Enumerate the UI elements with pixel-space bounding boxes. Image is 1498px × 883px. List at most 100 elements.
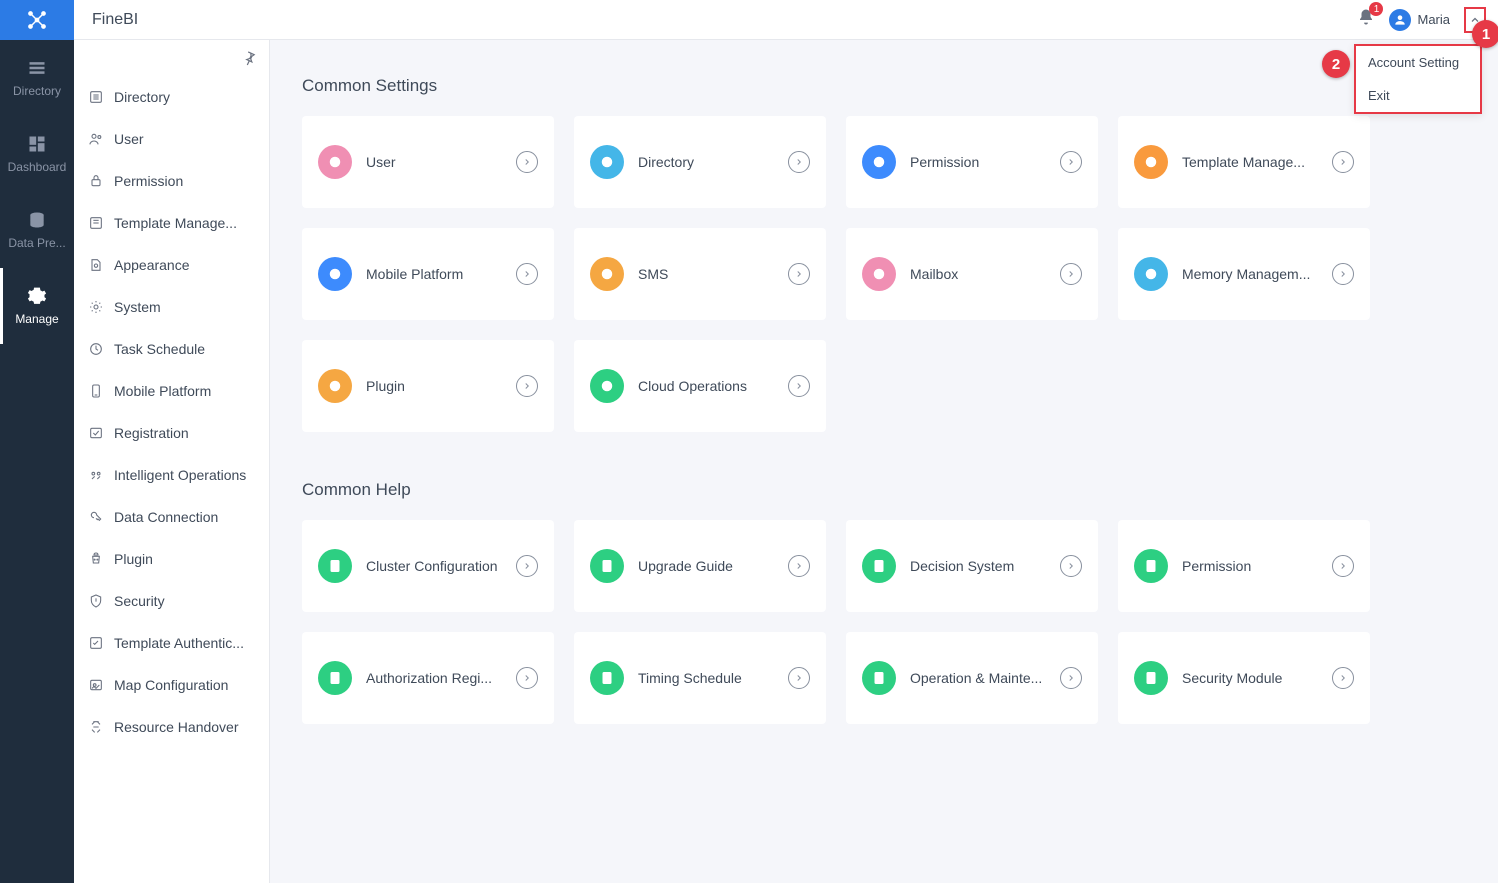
arrow-icon bbox=[1332, 151, 1354, 173]
card[interactable]: Permission bbox=[1118, 520, 1370, 612]
sidebar-item[interactable]: Template Authentic... bbox=[74, 622, 269, 664]
sidebar-item-label: Intelligent Operations bbox=[114, 467, 246, 483]
annotation-1: 1 bbox=[1472, 20, 1498, 48]
sidebar-item-label: Template Authentic... bbox=[114, 635, 244, 651]
notifications-button[interactable]: 1 bbox=[1357, 8, 1375, 31]
card-icon bbox=[590, 257, 624, 291]
card[interactable]: Security Module bbox=[1118, 632, 1370, 724]
sidebar-item[interactable]: Intelligent Operations bbox=[74, 454, 269, 496]
card[interactable]: Mobile Platform bbox=[302, 228, 554, 320]
sidebar-item[interactable]: Template Manage... bbox=[74, 202, 269, 244]
card[interactable]: Cluster Configuration bbox=[302, 520, 554, 612]
main-content: Common Settings User Directory Permissio… bbox=[270, 40, 1498, 883]
sidebar-item-label: Task Schedule bbox=[114, 341, 205, 357]
sidebar-icon bbox=[88, 89, 104, 105]
card-label: Security Module bbox=[1182, 670, 1332, 686]
card-icon bbox=[318, 369, 352, 403]
nav-data-pre[interactable]: Data Pre... bbox=[0, 192, 74, 268]
sidebar-item[interactable]: User bbox=[74, 118, 269, 160]
sidebar-icon bbox=[88, 677, 104, 693]
card-label: Template Manage... bbox=[1182, 154, 1332, 170]
sidebar-item[interactable]: Security bbox=[74, 580, 269, 622]
sidebar-item[interactable]: Task Schedule bbox=[74, 328, 269, 370]
card[interactable]: Memory Managem... bbox=[1118, 228, 1370, 320]
dropdown-account-setting[interactable]: Account Setting bbox=[1356, 46, 1480, 79]
notification-badge: 1 bbox=[1369, 2, 1383, 16]
section-title-help: Common Help bbox=[302, 480, 1466, 500]
arrow-icon bbox=[1060, 667, 1082, 689]
card[interactable]: Upgrade Guide bbox=[574, 520, 826, 612]
card[interactable]: Directory bbox=[574, 116, 826, 208]
card[interactable]: Timing Schedule bbox=[574, 632, 826, 724]
sidebar-icon bbox=[88, 509, 104, 525]
sidebar-item[interactable]: Resource Handover bbox=[74, 706, 269, 748]
sidebar-icon bbox=[88, 383, 104, 399]
sidebar-item[interactable]: Mobile Platform bbox=[74, 370, 269, 412]
sidebar-item[interactable]: Registration bbox=[74, 412, 269, 454]
sidebar-item-label: Template Manage... bbox=[114, 215, 237, 231]
card[interactable]: Permission bbox=[846, 116, 1098, 208]
card-icon bbox=[318, 661, 352, 695]
pin-icon[interactable] bbox=[241, 50, 257, 66]
sidebar-icon bbox=[88, 467, 104, 483]
user-chip[interactable]: Maria bbox=[1389, 9, 1450, 31]
card[interactable]: Plugin bbox=[302, 340, 554, 432]
card-label: Operation & Mainte... bbox=[910, 670, 1060, 686]
sidebar-item[interactable]: Permission bbox=[74, 160, 269, 202]
card[interactable]: Cloud Operations bbox=[574, 340, 826, 432]
card-icon bbox=[590, 549, 624, 583]
card[interactable]: Template Manage... bbox=[1118, 116, 1370, 208]
arrow-icon bbox=[1332, 555, 1354, 577]
card-icon bbox=[862, 257, 896, 291]
arrow-icon bbox=[1332, 263, 1354, 285]
sidebar-item[interactable]: Map Configuration bbox=[74, 664, 269, 706]
sidebar-item[interactable]: System bbox=[74, 286, 269, 328]
card[interactable]: Authorization Regi... bbox=[302, 632, 554, 724]
sidebar-item-label: User bbox=[114, 131, 144, 147]
arrow-icon bbox=[1060, 555, 1082, 577]
nav-dashboard[interactable]: Dashboard bbox=[0, 116, 74, 192]
card[interactable]: Decision System bbox=[846, 520, 1098, 612]
card-icon bbox=[590, 661, 624, 695]
card-icon bbox=[590, 145, 624, 179]
sidebar-item-label: Plugin bbox=[114, 551, 153, 567]
sidebar-item[interactable]: Directory bbox=[74, 76, 269, 118]
sidebar-item[interactable]: Plugin bbox=[74, 538, 269, 580]
top-header: FineBI 1 Maria bbox=[0, 0, 1498, 40]
sidebar: Directory User Permission Template Manage..… bbox=[74, 40, 270, 883]
sidebar-item-label: Security bbox=[114, 593, 165, 609]
arrow-icon bbox=[788, 667, 810, 689]
dropdown-exit[interactable]: Exit bbox=[1356, 79, 1480, 112]
card-label: Plugin bbox=[366, 378, 516, 394]
card[interactable]: User bbox=[302, 116, 554, 208]
arrow-icon bbox=[1060, 151, 1082, 173]
app-logo[interactable] bbox=[0, 0, 74, 40]
nav-manage[interactable]: Manage bbox=[0, 268, 74, 344]
card[interactable]: Operation & Mainte... bbox=[846, 632, 1098, 724]
sidebar-item[interactable]: Appearance bbox=[74, 244, 269, 286]
sidebar-icon bbox=[88, 215, 104, 231]
user-dropdown: Account Setting Exit bbox=[1354, 44, 1482, 114]
sidebar-item-label: Registration bbox=[114, 425, 189, 441]
card-icon bbox=[318, 145, 352, 179]
sidebar-item[interactable]: Data Connection bbox=[74, 496, 269, 538]
arrow-icon bbox=[516, 263, 538, 285]
sidebar-item-label: Appearance bbox=[114, 257, 190, 273]
sidebar-item-label: Resource Handover bbox=[114, 719, 239, 735]
sidebar-icon bbox=[88, 635, 104, 651]
card-icon bbox=[318, 257, 352, 291]
sidebar-item-label: System bbox=[114, 299, 161, 315]
arrow-icon bbox=[516, 151, 538, 173]
arrow-icon bbox=[516, 375, 538, 397]
card-icon bbox=[1134, 661, 1168, 695]
card[interactable]: SMS bbox=[574, 228, 826, 320]
nav-directory[interactable]: Directory bbox=[0, 40, 74, 116]
card[interactable]: Mailbox bbox=[846, 228, 1098, 320]
card-label: Decision System bbox=[910, 558, 1060, 574]
app-title: FineBI bbox=[92, 11, 138, 29]
arrow-icon bbox=[788, 555, 810, 577]
card-label: User bbox=[366, 154, 516, 170]
card-label: Cluster Configuration bbox=[366, 558, 516, 574]
card-icon bbox=[1134, 549, 1168, 583]
arrow-icon bbox=[788, 151, 810, 173]
